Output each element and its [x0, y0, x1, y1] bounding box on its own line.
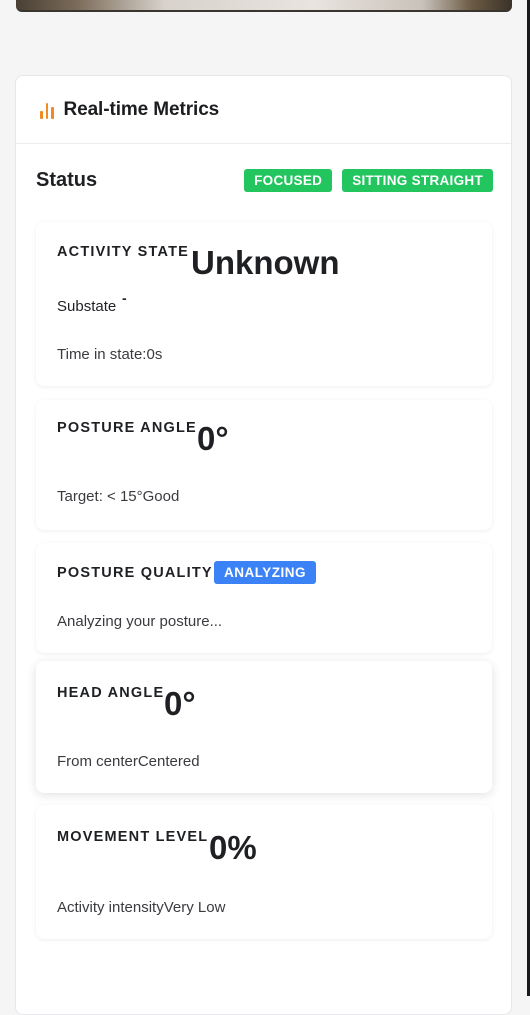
- head-angle-value: 0°: [164, 685, 196, 722]
- activity-state-value: Unknown: [191, 244, 340, 281]
- analyzing-badge: ANALYZING: [214, 561, 317, 584]
- posture-quality-label: POSTURE QUALITY: [57, 565, 213, 581]
- time-in-state: Time in state:0s: [57, 346, 163, 363]
- posture-angle-label: POSTURE ANGLE: [57, 420, 197, 436]
- head-angle-footer: From centerCentered: [57, 753, 200, 770]
- activity-state-card: ACTIVITY STATE Unknown Substate - Time i…: [36, 222, 492, 386]
- movement-level-value: 0%: [209, 829, 257, 866]
- head-angle-label: HEAD ANGLE: [57, 685, 165, 701]
- movement-level-card: MOVEMENT LEVEL 0% Activity intensityVery…: [36, 805, 492, 939]
- head-angle-card: HEAD ANGLE 0° From centerCentered: [36, 661, 492, 793]
- status-row: Status FOCUSED SITTING STRAIGHT: [36, 164, 493, 196]
- panel-title: Real-time Metrics: [63, 98, 220, 120]
- metrics-panel: Real-time Metrics Status FOCUSED SITTING…: [15, 75, 512, 1015]
- movement-level-label: MOVEMENT LEVEL: [57, 829, 209, 845]
- substate-label: Substate: [57, 298, 117, 315]
- camera-preview: [16, 0, 512, 12]
- activity-state-label: ACTIVITY STATE: [57, 244, 189, 260]
- substate-value: -: [122, 290, 127, 306]
- posture-quality-text: Analyzing your posture...: [57, 613, 223, 630]
- movement-level-footer: Activity intensityVery Low: [57, 899, 226, 916]
- bar-chart-icon: [40, 101, 54, 119]
- status-title: Status: [36, 168, 98, 191]
- posture-angle-card: POSTURE ANGLE 0° Target: < 15°Good: [36, 400, 492, 530]
- panel-header: Real-time Metrics: [16, 76, 511, 144]
- focused-badge: FOCUSED: [244, 168, 333, 192]
- sitting-straight-badge: SITTING STRAIGHT: [342, 168, 493, 192]
- posture-angle-target: Target: < 15°Good: [57, 488, 180, 505]
- posture-angle-value: 0°: [197, 420, 229, 457]
- status-badges: FOCUSED SITTING STRAIGHT: [244, 168, 493, 192]
- posture-quality-card: POSTURE QUALITY ANALYZING Analyzing your…: [36, 543, 492, 653]
